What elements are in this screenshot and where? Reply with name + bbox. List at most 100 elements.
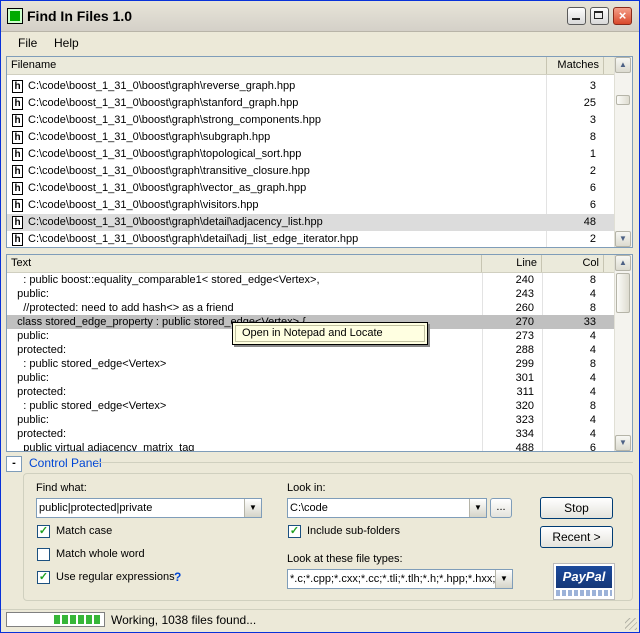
scroll-thumb[interactable] bbox=[616, 95, 630, 105]
progress-block bbox=[54, 615, 60, 624]
match-row-col: 4 bbox=[589, 414, 596, 426]
header-text[interactable]: Text bbox=[7, 255, 482, 272]
divider bbox=[1, 609, 639, 610]
checkmark-icon: ✓ bbox=[38, 525, 49, 537]
match-row-text: protected: bbox=[11, 386, 67, 398]
match-row-text: public: bbox=[11, 288, 49, 300]
scroll-down-button[interactable]: ▼ bbox=[615, 231, 631, 247]
match-row-line: 334 bbox=[515, 428, 534, 440]
file-row[interactable]: h C:\code\boost_1_31_0\boost\graph\visito… bbox=[7, 197, 616, 214]
header-filename[interactable]: Filename bbox=[7, 57, 547, 74]
match-row-text: : public stored_edge<Vertex> bbox=[11, 358, 167, 370]
match-case-label[interactable]: Match case bbox=[56, 525, 112, 537]
context-menu-open-in-notepad[interactable]: Open in Notepad and Locate bbox=[235, 325, 425, 342]
browse-button[interactable]: ... bbox=[490, 498, 512, 518]
match-row[interactable]: public: 301 4 bbox=[7, 371, 616, 385]
match-row-line: 260 bbox=[515, 302, 534, 314]
file-row-name: C:\code\boost_1_31_0\boost\graph\strong_… bbox=[28, 114, 321, 126]
context-menu: Open in Notepad and Locate bbox=[232, 322, 428, 345]
file-row[interactable]: h C:\code\boost_1_31_0\boost\graph\detail… bbox=[7, 231, 616, 247]
file-row[interactable]: h C:\code\boost_1_31_0\boost\graph\stanfo… bbox=[7, 95, 616, 112]
file-row[interactable]: h C:\code\boost_1_31_0\boost\graph\subgra… bbox=[7, 129, 616, 146]
chevron-down-icon[interactable]: ▼ bbox=[244, 499, 261, 517]
file-row[interactable]: h C:\code\boost_1_31_0\boost\graph\strong… bbox=[7, 112, 616, 129]
match-row-col: 8 bbox=[589, 400, 596, 412]
minimize-button[interactable] bbox=[567, 7, 586, 25]
scroll-down-button[interactable]: ▼ bbox=[615, 435, 631, 451]
match-list-scrollbar[interactable]: ▲ ▼ bbox=[614, 255, 632, 451]
header-col[interactable]: Col bbox=[542, 255, 604, 272]
menu-help[interactable]: Help bbox=[54, 36, 79, 50]
file-row[interactable]: h C:\code\boost_1_31_0\boost\graph\revers… bbox=[7, 78, 616, 95]
match-row[interactable]: : public stored_edge<Vertex> 320 8 bbox=[7, 399, 616, 413]
file-row[interactable]: h C:\code\boost_1_31_0\boost\graph\detail… bbox=[7, 214, 616, 231]
progress-block bbox=[78, 615, 84, 624]
file-row-matches: 48 bbox=[583, 216, 596, 228]
match-row[interactable]: public virtual adjacency_matrix_tag 488 6 bbox=[7, 441, 616, 451]
menu-file[interactable]: File bbox=[18, 36, 37, 50]
match-row-col: 8 bbox=[589, 274, 596, 286]
file-types-combo[interactable]: *.c;*.cpp;*.cxx;*.cc;*.tli;*.tlh;*.h;*.h… bbox=[287, 569, 513, 589]
match-whole-word-checkbox[interactable] bbox=[37, 548, 50, 561]
app-icon bbox=[7, 8, 23, 24]
file-row-matches: 3 bbox=[589, 80, 596, 92]
file-row-matches: 2 bbox=[589, 165, 596, 177]
file-row-name: C:\code\boost_1_31_0\boost\graph\detail\… bbox=[28, 216, 323, 228]
chevron-down-icon[interactable]: ▼ bbox=[469, 499, 486, 517]
match-row[interactable]: public: 323 4 bbox=[7, 413, 616, 427]
paypal-donate-button[interactable]: PayPal bbox=[553, 563, 615, 600]
file-row[interactable]: h C:\code\boost_1_31_0\boost\graph\vector… bbox=[7, 180, 616, 197]
match-whole-word-label[interactable]: Match whole word bbox=[56, 548, 145, 560]
title-bar[interactable]: Find In Files 1.0 × bbox=[1, 1, 639, 32]
match-row[interactable]: : public stored_edge<Vertex> 299 8 bbox=[7, 357, 616, 371]
header-file-icon: h bbox=[12, 97, 23, 110]
file-list-header: Filename Matches bbox=[7, 57, 616, 75]
header-line[interactable]: Line bbox=[482, 255, 542, 272]
match-case-checkbox[interactable]: ✓ bbox=[37, 525, 50, 538]
divider bbox=[97, 462, 633, 463]
resize-grip-icon[interactable] bbox=[625, 618, 637, 630]
header-file-icon: h bbox=[12, 199, 23, 212]
file-row-matches: 2 bbox=[589, 233, 596, 245]
look-in-combo[interactable]: C:\code ▼ bbox=[287, 498, 487, 518]
use-regex-checkbox[interactable]: ✓ bbox=[37, 571, 50, 584]
match-row[interactable]: protected: 288 4 bbox=[7, 343, 616, 357]
match-row-col: 8 bbox=[589, 302, 596, 314]
maximize-button[interactable] bbox=[590, 7, 609, 25]
window-title: Find In Files 1.0 bbox=[27, 8, 133, 24]
use-regex-label[interactable]: Use regular expressions bbox=[56, 571, 175, 583]
close-button[interactable]: × bbox=[613, 7, 632, 25]
file-row-name: C:\code\boost_1_31_0\boost\graph\detail\… bbox=[28, 233, 359, 245]
include-subfolders-label[interactable]: Include sub-folders bbox=[307, 525, 400, 537]
match-row[interactable]: protected: 311 4 bbox=[7, 385, 616, 399]
find-what-combo[interactable]: public|protected|private ▼ bbox=[36, 498, 262, 518]
control-panel-collapse-button[interactable]: - bbox=[6, 456, 22, 472]
match-row-col: 4 bbox=[589, 428, 596, 440]
header-matches[interactable]: Matches bbox=[547, 57, 604, 74]
chevron-down-icon[interactable]: ▼ bbox=[495, 570, 512, 588]
control-panel-label[interactable]: Control Panel bbox=[29, 456, 102, 470]
match-row-col: 4 bbox=[589, 372, 596, 384]
paypal-logo: PayPal bbox=[556, 566, 612, 588]
file-row[interactable]: h C:\code\boost_1_31_0\boost\graph\transi… bbox=[7, 163, 616, 180]
checkmark-icon: ✓ bbox=[38, 571, 49, 583]
include-subfolders-checkbox[interactable]: ✓ bbox=[288, 525, 301, 538]
match-row[interactable]: protected: 334 4 bbox=[7, 427, 616, 441]
recent-button[interactable]: Recent > bbox=[540, 526, 613, 548]
regex-help-icon[interactable]: ? bbox=[174, 570, 181, 584]
match-list: Text Line Col : public boost::equality_c… bbox=[6, 254, 633, 452]
match-row[interactable]: //protected: need to add hash<> as a fri… bbox=[7, 301, 616, 315]
scroll-up-button[interactable]: ▲ bbox=[615, 255, 631, 271]
status-text: Working, 1038 files found... bbox=[111, 613, 257, 627]
progress-bar bbox=[6, 612, 105, 627]
minimize-icon bbox=[572, 18, 580, 20]
file-row[interactable]: h C:\code\boost_1_31_0\boost\graph\topolo… bbox=[7, 146, 616, 163]
file-types-label: Look at these file types: bbox=[287, 553, 403, 565]
scroll-up-button[interactable]: ▲ bbox=[615, 57, 631, 73]
file-list-scrollbar[interactable]: ▲ ▼ bbox=[614, 57, 632, 247]
match-row[interactable]: public: 243 4 bbox=[7, 287, 616, 301]
scroll-thumb[interactable] bbox=[616, 273, 630, 313]
look-in-label: Look in: bbox=[287, 482, 326, 494]
stop-button[interactable]: Stop bbox=[540, 497, 613, 519]
match-row[interactable]: : public boost::equality_comparable1< st… bbox=[7, 273, 616, 287]
